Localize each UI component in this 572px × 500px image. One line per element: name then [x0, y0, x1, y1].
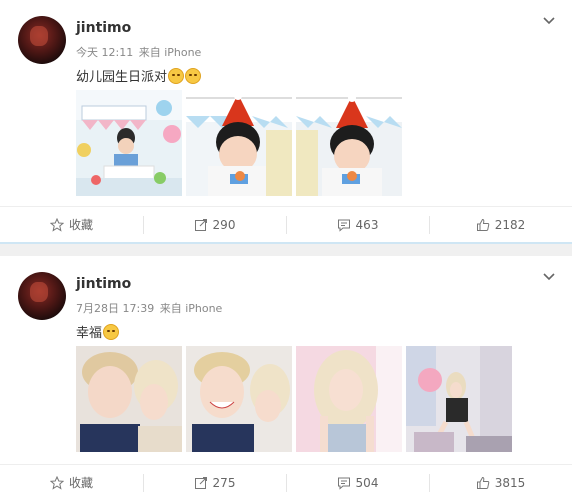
photo-thumbnail[interactable]: [76, 346, 182, 452]
post-source: 来自 iPhone: [138, 46, 202, 59]
like-icon: [476, 476, 489, 489]
photo-thumbnail[interactable]: [186, 346, 292, 452]
favorite-button[interactable]: 收藏: [0, 207, 143, 242]
avatar[interactable]: [18, 272, 66, 320]
username[interactable]: jintimo: [76, 20, 131, 36]
post-time[interactable]: 今天 12:11: [76, 46, 133, 59]
post-card: jintimo 今天 12:11 来自 iPhone 幼儿园生日派对 收藏 29…: [0, 0, 572, 242]
avatar[interactable]: [18, 16, 66, 64]
star-icon: [49, 217, 64, 232]
repost-icon: [194, 218, 207, 231]
favorite-label: 收藏: [68, 476, 93, 490]
photo-thumbnail[interactable]: [406, 346, 512, 452]
favorite-label: 收藏: [68, 218, 93, 232]
favorite-button[interactable]: 收藏: [0, 465, 143, 500]
laugh-emoji-icon: [103, 323, 120, 340]
post-card: jintimo 7月28日 17:39 来自 iPhone 幸福 收藏 275 …: [0, 256, 572, 500]
post-text: 幼儿园生日派对: [76, 66, 202, 85]
photo-thumbnail[interactable]: [296, 90, 402, 196]
star-icon: [49, 475, 64, 490]
comment-count: 504: [355, 475, 379, 490]
chevron-down-icon[interactable]: [542, 14, 556, 28]
post-source: 来自 iPhone: [159, 302, 223, 315]
like-button[interactable]: 3815: [429, 465, 572, 500]
post-divider: [0, 242, 572, 256]
action-bar: 收藏 275 504 3815: [0, 464, 572, 500]
post-text: 幸福: [76, 322, 120, 341]
comment-icon: [337, 477, 350, 490]
post-text-content: 幼儿园生日派对: [76, 70, 168, 85]
photo-grid: [76, 90, 402, 196]
laugh-emoji-icon: [185, 67, 202, 84]
comment-button[interactable]: 504: [286, 465, 429, 500]
repost-button[interactable]: 275: [143, 465, 286, 500]
laugh-emoji-icon: [168, 67, 185, 84]
like-button[interactable]: 2182: [429, 207, 572, 242]
post-meta: 7月28日 17:39 来自 iPhone: [76, 300, 224, 316]
comment-count: 463: [355, 217, 379, 232]
comment-button[interactable]: 463: [286, 207, 429, 242]
chevron-down-icon[interactable]: [542, 270, 556, 284]
photo-thumbnail[interactable]: [296, 346, 402, 452]
photo-thumbnail[interactable]: [76, 90, 182, 196]
repost-icon: [194, 476, 207, 489]
photo-thumbnail[interactable]: [186, 90, 292, 196]
like-count: 2182: [494, 217, 526, 232]
comment-icon: [337, 219, 350, 232]
repost-count: 290: [212, 217, 236, 232]
post-text-content: 幸福: [76, 326, 103, 341]
action-bar: 收藏 290 463 2182: [0, 206, 572, 242]
weibo-feed: jintimo 今天 12:11 来自 iPhone 幼儿园生日派对 收藏 29…: [0, 0, 572, 500]
username[interactable]: jintimo: [76, 276, 131, 292]
like-count: 3815: [494, 475, 526, 490]
repost-button[interactable]: 290: [143, 207, 286, 242]
post-meta: 今天 12:11 来自 iPhone: [76, 44, 203, 60]
like-icon: [476, 218, 489, 231]
repost-count: 275: [212, 475, 236, 490]
photo-grid: [76, 346, 512, 452]
post-time[interactable]: 7月28日 17:39: [76, 302, 154, 315]
